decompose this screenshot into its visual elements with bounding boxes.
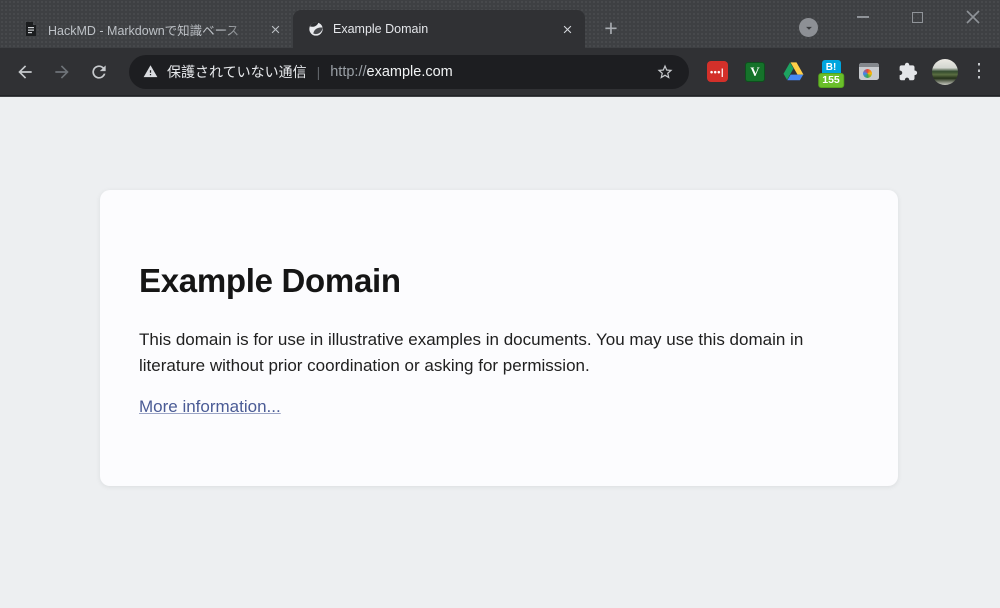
extensions-menu-button[interactable] [888,55,926,89]
reload-icon [89,62,109,82]
globe-icon [308,21,324,37]
hatena-bookmark-extension-button[interactable]: B! 155 [812,55,850,89]
star-icon [656,63,674,81]
url-text[interactable]: http://example.com [330,64,651,80]
hatena-count-badge: 155 [818,73,844,88]
maximize-button[interactable] [890,0,945,34]
window-controls [835,0,1000,34]
profile-button[interactable] [926,55,964,89]
window-capture-icon [859,63,879,80]
tab-title: HackMD - Markdownで知識ベース [48,20,262,39]
tab-search-button[interactable] [799,18,818,37]
not-secure-warning-icon [143,64,158,79]
page-content: Example Domain This domain is for use in… [0,97,1000,608]
lastpass-extension-button[interactable]: •••| [698,55,736,89]
maximize-icon [912,12,923,23]
browser-window: HackMD - Markdownで知識ベース Example Domain + [0,0,1000,608]
avatar [932,59,958,85]
tab-title: Example Domain [333,22,554,36]
page-paragraph: This domain is for use in illustrative e… [139,327,819,378]
back-button[interactable] [8,55,42,89]
tab-hackmd[interactable]: HackMD - Markdownで知識ベース [8,10,293,48]
back-arrow-icon [15,62,35,82]
close-icon[interactable] [558,20,576,38]
forward-button[interactable] [45,55,79,89]
vimium-icon: V [745,62,765,82]
puzzle-piece-icon [897,61,918,82]
tab-example-domain[interactable]: Example Domain [293,10,585,48]
forward-arrow-icon [52,62,72,82]
minimize-icon [857,16,869,18]
reload-button[interactable] [82,55,116,89]
close-icon [966,10,980,24]
address-bar[interactable]: 保護されていない通信 | http://example.com [129,55,689,89]
content-card: Example Domain This domain is for use in… [100,190,898,486]
google-drive-extension-button[interactable] [774,55,812,89]
new-tab-button[interactable]: + [598,16,624,42]
chevron-down-icon [802,21,816,35]
close-window-button[interactable] [945,0,1000,34]
url-host: example.com [367,64,453,80]
lastpass-icon: •••| [707,61,728,82]
toolbar: 保護されていない通信 | http://example.com •••| V B… [0,48,1000,96]
tab-strip: HackMD - Markdownで知識ベース Example Domain + [0,0,1000,48]
omnibox-divider: | [317,64,321,80]
chrome-menu-button[interactable]: ⋮ [964,55,994,89]
google-drive-icon [783,61,804,82]
page-heading: Example Domain [139,262,858,300]
document-icon [23,21,39,37]
more-information-link[interactable]: More information... [139,397,281,417]
screen-capture-extension-button[interactable] [850,55,888,89]
security-chip-label[interactable]: 保護されていない通信 [167,62,307,82]
bookmark-star-button[interactable] [651,58,679,86]
url-scheme: http:// [330,64,366,80]
minimize-button[interactable] [835,0,890,34]
close-icon[interactable] [266,20,284,38]
vimium-extension-button[interactable]: V [736,55,774,89]
